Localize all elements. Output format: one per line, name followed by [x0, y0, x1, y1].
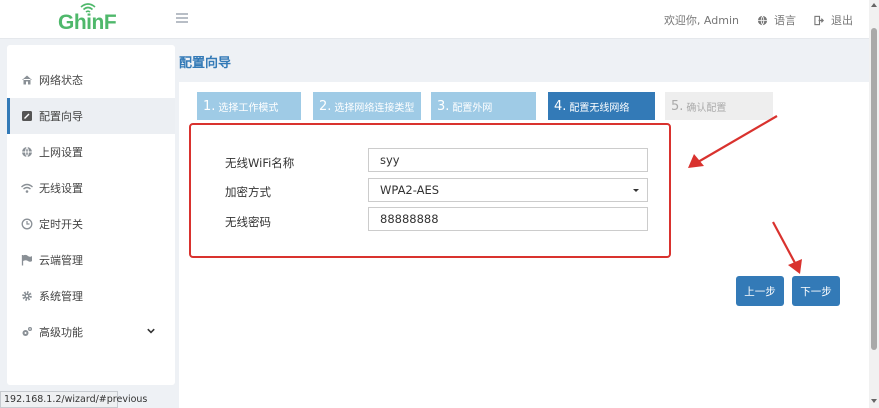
step-label: 确认配置: [686, 102, 727, 114]
home-icon: [22, 75, 32, 85]
step-number: 5.: [671, 98, 684, 114]
scroll-thumb[interactable]: [871, 28, 877, 350]
sidebar-item-label: 系统管理: [39, 290, 83, 303]
sidebar-item-label: 无线设置: [39, 182, 83, 195]
wizard-step-3[interactable]: 3. 配置外网: [431, 92, 536, 120]
step-number: 2.: [319, 98, 332, 114]
step-number: 3.: [437, 98, 450, 114]
step-number: 1.: [203, 98, 216, 114]
globe-icon: [22, 146, 32, 158]
sidebar-item-wireless-settings[interactable]: 无线设置: [7, 170, 175, 206]
encryption-select[interactable]: WPA2-AES: [368, 178, 648, 202]
brand-logo-text: GhinF: [58, 11, 117, 34]
next-button[interactable]: 下一步: [792, 276, 840, 306]
ssid-label: 无线WiFi名称: [225, 156, 295, 170]
step-number: 4.: [554, 98, 567, 114]
wizard-step-4[interactable]: 4. 配置无线网络: [548, 92, 655, 120]
sidebar-item-label: 云端管理: [39, 254, 83, 267]
sidebar-item-label: 网络状态: [39, 74, 83, 87]
sidebar-item-timer-switch[interactable]: 定时开关: [7, 206, 175, 242]
sidebar-item-system-management[interactable]: 系统管理: [7, 278, 175, 314]
scroll-up-icon[interactable]: [871, 3, 877, 7]
encryption-value: WPA2-AES: [380, 183, 440, 197]
sidebar-item-network-status[interactable]: 网络状态: [7, 62, 175, 98]
sidebar: 网络状态 配置向导 上网设置 无线设置 定时开关 云端管理 系统管理 高级功能: [7, 45, 175, 385]
sidebar-item-label: 定时开关: [39, 218, 83, 231]
gears-icon: [22, 327, 32, 336]
sidebar-item-cloud-management[interactable]: 云端管理: [7, 242, 175, 278]
step-label: 选择工作模式: [218, 102, 279, 114]
wizard-step-2[interactable]: 2. 选择网络连接类型: [313, 92, 421, 120]
top-bar: GhinF 欢迎你, Admin 语言 退出: [0, 0, 869, 39]
wizard-icon: [22, 111, 32, 121]
sidebar-item-label: 高级功能: [39, 326, 83, 339]
encryption-label: 加密方式: [225, 185, 271, 199]
sidebar-item-label: 上网设置: [39, 146, 83, 159]
chevron-down-icon[interactable]: [147, 327, 155, 335]
flag-icon: [21, 254, 32, 266]
step-label: 配置无线网络: [569, 102, 630, 114]
clock-icon: [21, 218, 33, 230]
sidebar-item-advanced-features[interactable]: 高级功能: [7, 314, 175, 350]
wizard-step-5[interactable]: 5. 确认配置: [665, 92, 773, 120]
page-scrollbar[interactable]: [869, 0, 879, 408]
previous-button[interactable]: 上一步: [736, 276, 784, 306]
page-title: 配置向导: [179, 56, 232, 71]
logout-link[interactable]: 退出: [831, 12, 853, 28]
scroll-down-icon[interactable]: [871, 399, 877, 403]
caret-down-icon: [633, 189, 639, 192]
brand-logo[interactable]: GhinF: [58, 3, 118, 35]
wizard-step-1[interactable]: 1. 选择工作模式: [197, 92, 301, 120]
ssid-input[interactable]: syy: [368, 148, 648, 172]
header-user-area: 欢迎你, Admin 语言 退出: [664, 12, 853, 28]
logout-icon[interactable]: [814, 15, 825, 26]
menu-toggle-icon[interactable]: [176, 13, 188, 23]
wifi-icon: [21, 183, 33, 193]
welcome-text: 欢迎你, Admin: [663, 14, 739, 27]
step-label: 选择网络连接类型: [334, 102, 415, 114]
sidebar-item-internet-settings[interactable]: 上网设置: [7, 134, 175, 170]
sidebar-item-label: 配置向导: [39, 110, 83, 123]
step-label: 配置外网: [452, 102, 493, 114]
password-label: 无线密码: [225, 215, 271, 229]
status-bar-url: 192.168.1.2/wizard/#previous: [0, 391, 147, 408]
password-input[interactable]: 88888888: [368, 207, 648, 231]
gear-icon: [22, 291, 32, 301]
globe-icon[interactable]: [757, 15, 768, 26]
language-link[interactable]: 语言: [774, 12, 796, 28]
sidebar-item-config-wizard[interactable]: 配置向导: [7, 98, 175, 134]
